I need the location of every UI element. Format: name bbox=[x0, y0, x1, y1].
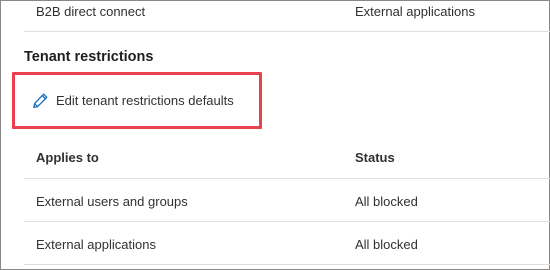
table-header: Applies to Status bbox=[24, 137, 550, 179]
cell-status: All blocked bbox=[355, 194, 418, 209]
column-header-applies-to: Applies to bbox=[36, 150, 99, 165]
cell-applies-to: External users and groups bbox=[36, 194, 188, 209]
edit-link-label: Edit tenant restrictions defaults bbox=[56, 92, 234, 108]
row-applies-to: External applications bbox=[355, 4, 475, 19]
cell-applies-to: External applications bbox=[36, 237, 156, 252]
tenant-restrictions-table: Applies to Status External users and gro… bbox=[24, 137, 550, 265]
table-row: External users and groups All blocked bbox=[24, 179, 550, 222]
table-row-b2b-direct-connect: B2B direct connect External applications bbox=[24, 0, 550, 32]
edit-tenant-restrictions-link[interactable]: Edit tenant restrictions defaults bbox=[32, 90, 234, 110]
section-title: Tenant restrictions bbox=[24, 49, 154, 65]
row-name: B2B direct connect bbox=[36, 4, 146, 19]
column-header-status: Status bbox=[355, 150, 395, 165]
pencil-icon bbox=[32, 92, 49, 109]
cell-status: All blocked bbox=[355, 237, 418, 252]
table-row: External applications All blocked bbox=[24, 222, 550, 265]
